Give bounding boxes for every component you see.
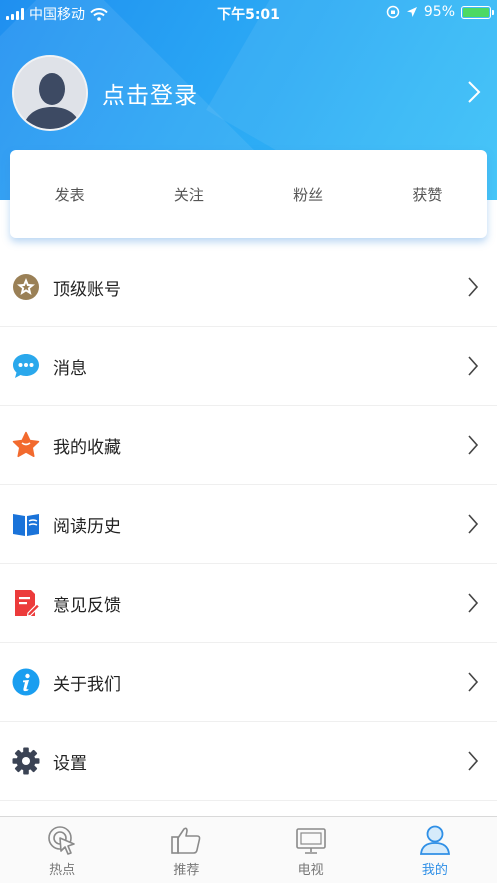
login-label[interactable]: 点击登录 [102, 76, 198, 110]
menu-item-top-account[interactable]: 顶级账号 [0, 248, 497, 327]
menu-item-settings[interactable]: 设置 [0, 722, 497, 801]
stat-label: 粉丝 [293, 185, 324, 204]
menu-label: 消息 [53, 358, 87, 379]
gear-icon [12, 747, 40, 775]
stat-label: 获赞 [412, 185, 443, 204]
chevron-right-icon [468, 751, 479, 771]
tab-label: 推荐 [173, 863, 200, 878]
location-icon [406, 7, 417, 17]
chevron-right-icon [468, 277, 479, 297]
default-avatar-icon [14, 57, 86, 129]
user-icon [419, 825, 450, 855]
status-right: 95% [386, 4, 494, 20]
chevron-right-icon [468, 514, 479, 534]
info-icon [12, 668, 40, 696]
stat-likes[interactable]: 获赞 [368, 150, 487, 238]
menu-label: 我的收藏 [53, 437, 121, 458]
hotspot-icon [48, 826, 75, 855]
orientation-lock-icon [386, 5, 400, 19]
chat-bubble-icon [12, 352, 40, 380]
battery-icon [461, 5, 494, 19]
menu-item-about[interactable]: 关于我们 [0, 643, 497, 722]
book-icon [12, 510, 40, 538]
tab-label: 热点 [49, 863, 76, 878]
chevron-right-icon [468, 356, 479, 376]
chevron-right-icon [468, 672, 479, 692]
tab-tv[interactable]: 电视 [249, 817, 373, 883]
thumbs-up-icon [171, 827, 201, 854]
stat-label: 关注 [173, 185, 204, 204]
tab-label: 电视 [297, 863, 324, 878]
menu-label: 意见反馈 [53, 595, 121, 616]
stat-following[interactable]: 关注 [129, 150, 248, 238]
menu-label: 阅读历史 [53, 516, 121, 537]
chevron-right-icon [468, 435, 479, 455]
menu-item-history[interactable]: 阅读历史 [0, 485, 497, 564]
tab-mine[interactable]: 我的 [373, 817, 497, 883]
menu-item-messages[interactable]: 消息 [0, 327, 497, 406]
menu-label: 设置 [53, 753, 87, 774]
star-icon [12, 431, 40, 459]
feedback-icon [12, 589, 40, 617]
stat-fans[interactable]: 粉丝 [249, 150, 368, 238]
stat-label: 发表 [54, 185, 85, 204]
star-medal-icon [12, 273, 40, 301]
tv-icon [295, 828, 326, 854]
tab-label: 我的 [421, 863, 448, 878]
login-area[interactable]: 点击登录 [12, 54, 198, 132]
battery-percent: 95% [423, 4, 455, 20]
chevron-right-icon[interactable] [467, 80, 481, 104]
menu-label: 关于我们 [53, 674, 121, 695]
menu-list: 顶级账号 消息 我的收藏 阅读历史 意见反馈 关于我们 设置 [0, 248, 497, 801]
tab-recommend[interactable]: 推荐 [124, 817, 248, 883]
menu-label: 顶级账号 [53, 279, 121, 300]
tab-bar: 热点 推荐 电视 我的 [0, 816, 497, 883]
tab-hotspot[interactable]: 热点 [0, 817, 124, 883]
chevron-right-icon [468, 593, 479, 613]
status-bar: 中国移动 下午5:01 95% [0, 0, 497, 26]
avatar[interactable] [12, 55, 88, 131]
menu-item-favorites[interactable]: 我的收藏 [0, 406, 497, 485]
menu-item-feedback[interactable]: 意见反馈 [0, 564, 497, 643]
stat-posts[interactable]: 发表 [10, 150, 129, 238]
stats-card: 发表 关注 粉丝 获赞 [10, 150, 487, 238]
